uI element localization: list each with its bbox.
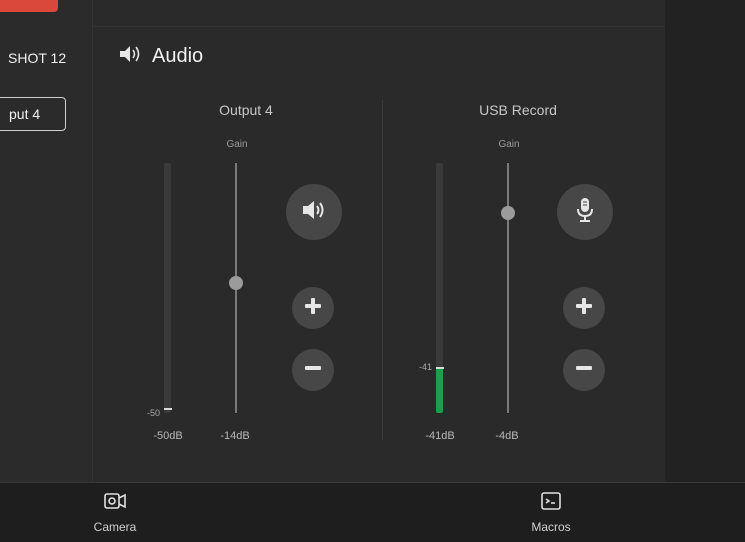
right-panel — [665, 0, 745, 482]
audio-title: Audio — [152, 45, 204, 67]
meter-level-label: -50 — [146, 408, 160, 418]
gain-decrease-button[interactable] — [292, 349, 334, 391]
left-sidebar: SHOT 12 put 4 — [0, 0, 93, 482]
plus-icon — [303, 296, 323, 321]
gain-slider-thumb[interactable] — [229, 276, 243, 290]
meter-level-label: -41 — [418, 362, 432, 372]
meter-db-label: -50dB — [153, 430, 183, 442]
gain-label: Gain — [498, 139, 520, 150]
channel-divider — [382, 100, 383, 440]
meter-db-label: -41dB — [425, 430, 455, 442]
level-meter-tick — [164, 408, 172, 410]
gain-slider-thumb[interactable] — [501, 206, 515, 220]
speaker-icon — [118, 44, 144, 69]
gain-db-label: -14dB — [220, 430, 250, 442]
level-meter — [436, 163, 443, 413]
bottom-nav-bar: Camera Macros — [0, 482, 745, 542]
nav-macros-label: Macros — [531, 520, 571, 534]
minus-icon — [574, 358, 594, 383]
gain-label: Gain — [226, 139, 248, 150]
level-meter-tick — [436, 367, 444, 369]
speaker-icon — [300, 198, 328, 227]
main-panel — [93, 0, 665, 482]
gain-db-label: -4dB — [495, 430, 519, 442]
gain-increase-button[interactable] — [563, 287, 605, 329]
level-meter-fill — [436, 368, 443, 413]
plus-icon — [574, 296, 594, 321]
channel-title-output-4: Output 4 — [219, 102, 273, 118]
microphone-mute-button[interactable] — [557, 184, 613, 240]
microphone-icon — [573, 196, 597, 229]
nav-macros[interactable]: Macros — [516, 483, 586, 542]
gain-slider-track[interactable] — [507, 163, 509, 413]
nav-camera-label: Camera — [93, 520, 137, 534]
output-selector-button[interactable]: put 4 — [0, 97, 66, 131]
level-meter — [164, 163, 171, 413]
camera-icon — [103, 491, 127, 516]
gain-increase-button[interactable] — [292, 287, 334, 329]
nav-camera[interactable]: Camera — [80, 483, 150, 542]
gain-decrease-button[interactable] — [563, 349, 605, 391]
terminal-icon — [539, 491, 563, 516]
speaker-mute-button[interactable] — [286, 184, 342, 240]
record-button[interactable] — [0, 0, 58, 12]
channel-title-usb-record: USB Record — [479, 102, 557, 118]
top-divider — [93, 26, 665, 27]
audio-header: Audio — [118, 44, 203, 69]
shot-label[interactable]: SHOT 12 — [8, 50, 66, 66]
minus-icon — [303, 358, 323, 383]
